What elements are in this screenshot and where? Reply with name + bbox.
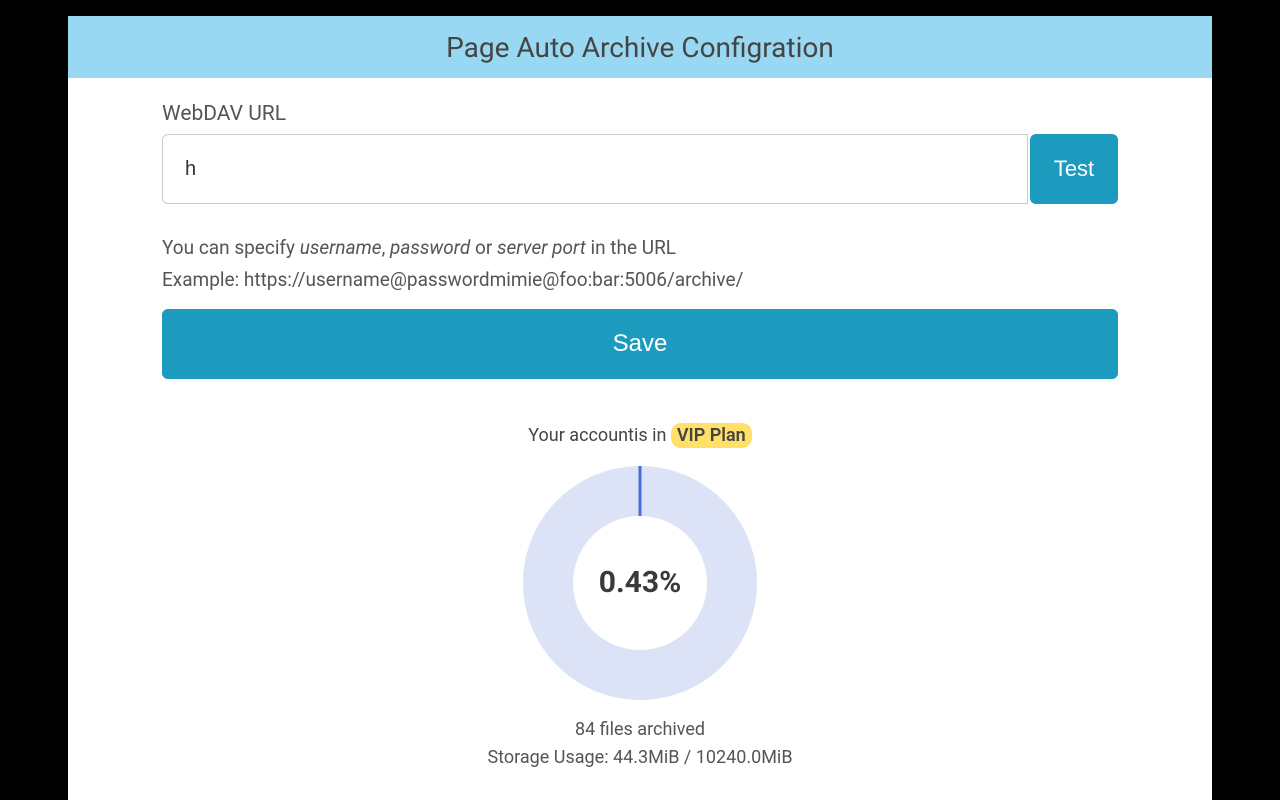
helper-em-port: server port — [497, 236, 586, 259]
files-archived-line: 84 files archived — [162, 716, 1118, 745]
storage-usage-line: Storage Usage: 44.3MiB / 10240.0MiB — [162, 744, 1118, 773]
content-area: WebDAV URL Test You can specify username… — [68, 78, 1212, 773]
helper-text-line2: Example: https://username@passwordmimie@… — [162, 264, 1118, 296]
helper-suffix: in the URL — [586, 236, 676, 259]
storage-donut-chart: 0.43% — [523, 466, 757, 700]
webdav-url-input[interactable] — [162, 134, 1028, 204]
donut-hole: 0.43% — [573, 516, 707, 650]
helper-text-line1: You can specify username, password or se… — [162, 232, 1118, 264]
helper-em-password: password — [390, 236, 470, 259]
vip-plan-badge: VIP Plan — [671, 423, 752, 448]
account-status-prefix: Your accountis in — [528, 425, 671, 446]
header-bar: Page Auto Archive Configration — [68, 16, 1212, 78]
webdav-url-label: WebDAV URL — [162, 102, 1118, 126]
helper-sep2: or — [470, 236, 497, 259]
helper-sep1: , — [382, 236, 390, 259]
save-button[interactable]: Save — [162, 309, 1118, 379]
test-button[interactable]: Test — [1030, 134, 1118, 204]
config-panel: Page Auto Archive Configration WebDAV UR… — [68, 16, 1212, 800]
account-section: Your accountis in VIP Plan 0.43% 84 file… — [162, 425, 1118, 774]
webdav-input-row: Test — [162, 134, 1118, 204]
donut-percent-label: 0.43% — [599, 565, 682, 600]
page-title: Page Auto Archive Configration — [446, 31, 834, 64]
account-status-line: Your accountis in VIP Plan — [162, 425, 1118, 446]
helper-text-prefix: You can specify — [162, 236, 300, 259]
donut-used-slice — [639, 466, 642, 516]
helper-em-username: username — [300, 236, 382, 259]
